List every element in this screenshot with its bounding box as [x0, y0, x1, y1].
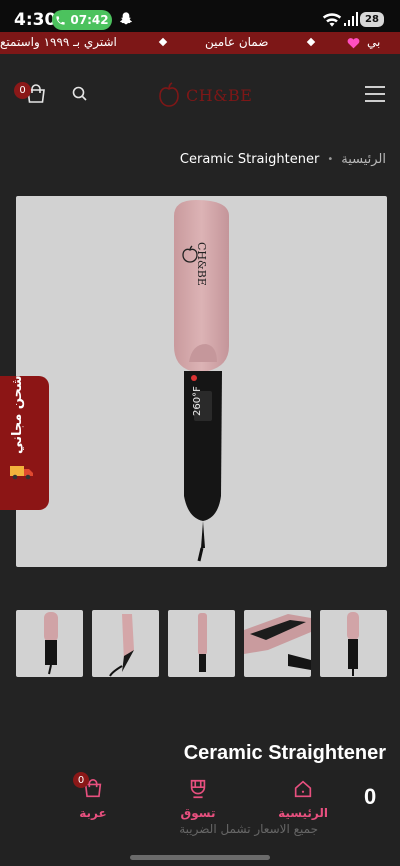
free-shipping-tab[interactable]: شحن مجاني — [0, 375, 49, 510]
signal-icon — [344, 12, 358, 26]
thumbnail-strip — [16, 610, 387, 677]
nav-cart-label: عربة — [79, 806, 107, 820]
hamburger-menu-icon[interactable] — [364, 84, 386, 104]
promo-text-3: بي — [367, 35, 381, 49]
wifi-icon — [322, 13, 342, 27]
shipping-label: شحن مجاني — [10, 375, 25, 454]
shop-icon — [190, 779, 206, 799]
site-header: CH&BE — [0, 54, 400, 136]
logo-mark-icon — [159, 82, 179, 107]
thumbnail-profile-image — [198, 613, 207, 672]
breadcrumb: Ceramic Straightener • الرئيسية — [180, 152, 386, 167]
hair-straightener-image: 260°F CH&BE — [174, 200, 229, 562]
nav-cart-badge: 0 — [73, 772, 89, 788]
promo-separator — [306, 37, 316, 47]
thumbnail-side-image — [109, 614, 134, 677]
promo-ribbon: اشتري بـ ١٩٩٩ واستمتع ضمان عامين بي — [0, 32, 400, 54]
promo-text-1: اشتري بـ ١٩٩٩ واستمتع — [0, 35, 117, 49]
phone-icon — [56, 15, 66, 25]
home-indicator[interactable] — [130, 855, 270, 860]
truck-icon — [10, 466, 33, 480]
bottom-navigation: الرئيسية تسوق عربة — [0, 770, 400, 866]
breadcrumb-home-link[interactable]: الرئيسية — [341, 152, 386, 167]
thumbnail-2[interactable] — [92, 610, 159, 677]
nav-shop-label: تسوق — [180, 806, 216, 820]
price-note-partial: جميع الاسعار تشمل الضريبة — [179, 822, 318, 836]
heart-icon — [347, 38, 360, 49]
thumbnail-4[interactable] — [244, 610, 311, 677]
thumbnail-5[interactable] — [320, 610, 387, 677]
product-title: Ceramic Straightener — [183, 742, 386, 764]
search-icon[interactable] — [70, 84, 90, 104]
promo-separator — [158, 37, 168, 47]
battery-indicator: 28 — [360, 12, 384, 27]
breadcrumb-separator: • — [327, 154, 334, 165]
product-brand-print: CH&BE — [195, 242, 208, 286]
brand-logo[interactable]: CH&BE — [158, 80, 252, 110]
home-icon — [294, 780, 312, 798]
promo-text-2: ضمان عامين — [205, 35, 269, 49]
thumbnail-3[interactable] — [168, 610, 235, 677]
snapchat-icon — [120, 12, 132, 25]
nav-home-label: الرئيسية — [278, 806, 328, 820]
thumbnail-1[interactable] — [16, 610, 83, 677]
thumbnail-detail-image — [347, 612, 359, 676]
status-time: 4:30 — [14, 10, 57, 30]
product-main-image[interactable]: 260°F CH&BE — [16, 196, 387, 567]
logo-text: CH&BE — [186, 85, 253, 105]
thumbnail-open-image — [244, 614, 311, 670]
nav-cart[interactable]: عربة — [58, 778, 128, 834]
temperature-display: 260°F — [192, 386, 203, 416]
product-price-partial: 0 — [364, 784, 377, 809]
active-call-pill[interactable]: 07:42 — [52, 10, 112, 30]
breadcrumb-current: Ceramic Straightener — [179, 152, 320, 167]
call-duration: 07:42 — [70, 13, 109, 27]
thumbnail-front-image — [44, 612, 58, 675]
cart-count-badge: 0 — [14, 82, 31, 99]
